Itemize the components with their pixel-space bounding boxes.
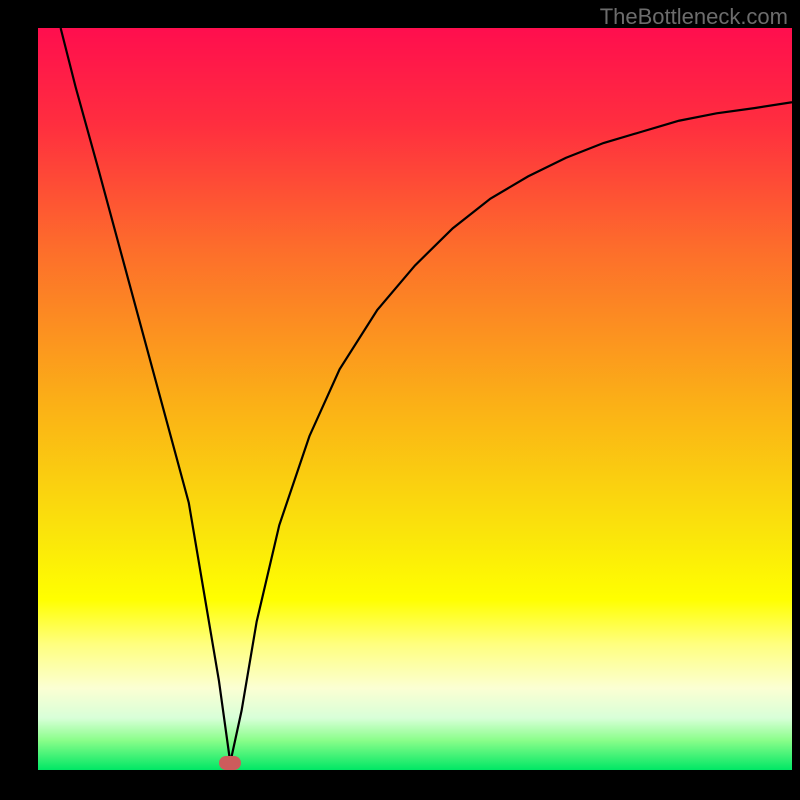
bottleneck-curve [38, 28, 792, 770]
plot-area [38, 28, 792, 770]
watermark-text: TheBottleneck.com [600, 4, 788, 30]
chart-frame: TheBottleneck.com [0, 0, 800, 800]
optimal-point-marker [219, 756, 241, 770]
